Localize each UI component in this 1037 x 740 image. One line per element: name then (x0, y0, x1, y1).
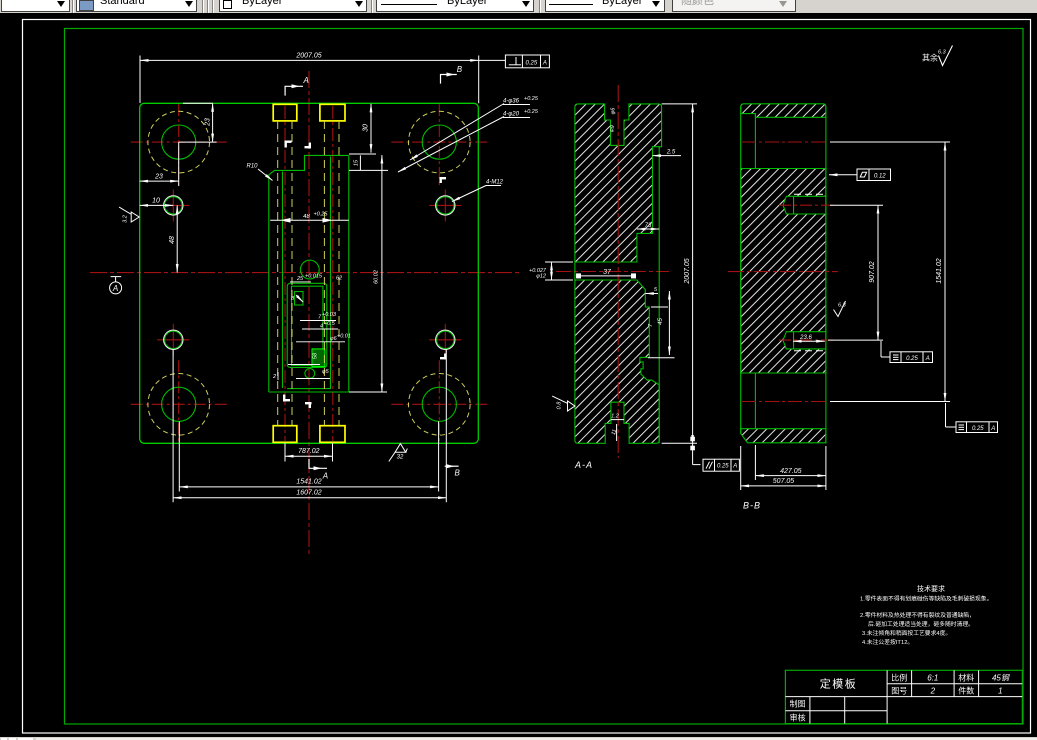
svg-text:A-A: A-A (574, 460, 593, 470)
svg-text:φ6: φ6 (611, 107, 617, 115)
svg-text:比例: 比例 (891, 673, 907, 683)
svg-text:0.12: 0.12 (874, 174, 886, 180)
svg-text:技术要求: 技术要求 (917, 584, 945, 593)
svg-text:2: 2 (272, 374, 276, 380)
svg-text:0.8: 0.8 (557, 401, 563, 410)
svg-text:907.02: 907.02 (869, 261, 876, 283)
svg-text:10: 10 (152, 198, 160, 205)
svg-text:3.2: 3.2 (123, 215, 129, 223)
svg-text:73: 73 (645, 223, 652, 229)
svg-text:45: 45 (658, 318, 664, 325)
svg-text:材料: 材料 (958, 673, 974, 683)
svg-text:0.25: 0.25 (906, 356, 918, 362)
svg-text:A: A (112, 284, 118, 293)
svg-text:2007.05: 2007.05 (295, 53, 321, 60)
svg-text:23: 23 (205, 118, 212, 127)
svg-text:审核: 审核 (790, 712, 806, 722)
svg-text:A: A (542, 60, 547, 66)
svg-text:A: A (303, 76, 309, 85)
svg-text:后.砸加工处理适当处理，砸多随时清理。: 后.砸加工处理适当处理，砸多随时清理。 (868, 620, 974, 628)
svg-text:+0.027: +0.027 (529, 268, 547, 274)
svg-text:1607.02: 1607.02 (296, 490, 321, 497)
svg-text:4: 4 (320, 323, 323, 329)
svg-text:+0.25: +0.25 (314, 212, 329, 218)
svg-text:A: A (990, 426, 995, 432)
svg-text:4-φ36: 4-φ36 (503, 99, 520, 105)
svg-text:φ5: φ5 (322, 369, 330, 375)
svg-text:30: 30 (363, 124, 370, 132)
svg-text:其余: 其余 (922, 53, 938, 63)
svg-text:62: 62 (336, 275, 342, 281)
svg-text:φ12: φ12 (536, 274, 546, 280)
svg-text:+0.25: +0.25 (524, 109, 539, 115)
svg-text:4-M12: 4-M12 (486, 180, 504, 186)
svg-text:制图: 制图 (790, 699, 806, 709)
svg-text:4-φ20: 4-φ20 (503, 112, 520, 118)
svg-text:60.02: 60.02 (374, 270, 380, 284)
svg-text:B-B: B-B (743, 501, 761, 511)
svg-text:427.05: 427.05 (780, 468, 802, 475)
svg-text:48: 48 (169, 236, 176, 244)
svg-text:1.零件表面不得有划痕碰伤等缺陷及毛刺破损现象。: 1.零件表面不得有划痕碰伤等缺陷及毛刺破损现象。 (860, 595, 992, 603)
svg-text:507.05: 507.05 (773, 478, 795, 485)
svg-text:15: 15 (354, 159, 360, 166)
svg-text:B: B (457, 65, 463, 74)
svg-text:48: 48 (303, 214, 310, 220)
svg-text:A: A (925, 356, 930, 362)
svg-text:1541.02: 1541.02 (936, 258, 943, 283)
svg-text:23.6: 23.6 (799, 335, 812, 341)
svg-text:1541.02: 1541.02 (296, 478, 321, 485)
svg-text:45钢: 45钢 (992, 674, 1010, 683)
svg-text:1: 1 (998, 687, 1002, 696)
svg-text:4.未注公差按IT12。: 4.未注公差按IT12。 (862, 638, 913, 646)
svg-text:+0.03: +0.03 (322, 312, 337, 318)
svg-text:2007.05: 2007.05 (684, 258, 691, 284)
svg-text:R10: R10 (246, 164, 258, 170)
svg-text:6.3: 6.3 (838, 303, 847, 309)
svg-text:6:1: 6:1 (927, 674, 938, 683)
svg-text:2.5: 2.5 (666, 149, 676, 155)
svg-text:A: A (732, 464, 737, 470)
svg-text:定模板: 定模板 (820, 677, 858, 691)
svg-text:58: 58 (313, 352, 319, 359)
svg-text:1.2: 1.2 (611, 414, 619, 420)
svg-text:B: B (455, 469, 461, 478)
svg-text:0.25: 0.25 (972, 426, 984, 432)
svg-text:3.未注倾角和稍面按工艺要求4度。: 3.未注倾角和稍面按工艺要求4度。 (862, 629, 951, 637)
svg-text:6.3: 6.3 (938, 50, 947, 56)
svg-text:787.02: 787.02 (298, 448, 320, 455)
svg-text:+0.25: +0.25 (524, 96, 539, 102)
svg-text:图号: 图号 (891, 687, 907, 696)
svg-text:件数: 件数 (958, 686, 974, 696)
svg-text:37: 37 (603, 269, 612, 276)
svg-text:0.25: 0.25 (526, 60, 538, 66)
svg-text:32: 32 (397, 454, 404, 460)
svg-text:0.25: 0.25 (717, 464, 729, 470)
svg-text:23: 23 (154, 173, 163, 180)
svg-text:25: 25 (296, 276, 304, 282)
svg-text:2: 2 (930, 687, 936, 696)
svg-text:+0.01: +0.01 (337, 333, 351, 339)
svg-text:A: A (322, 472, 328, 481)
svg-text:2.零件材料及热处理不得有裂纹及普通缺陷，: 2.零件材料及热处理不得有裂纹及普通缺陷， (860, 611, 975, 619)
svg-text:+0.015: +0.015 (305, 273, 323, 279)
svg-text:+0.5: +0.5 (324, 321, 336, 327)
